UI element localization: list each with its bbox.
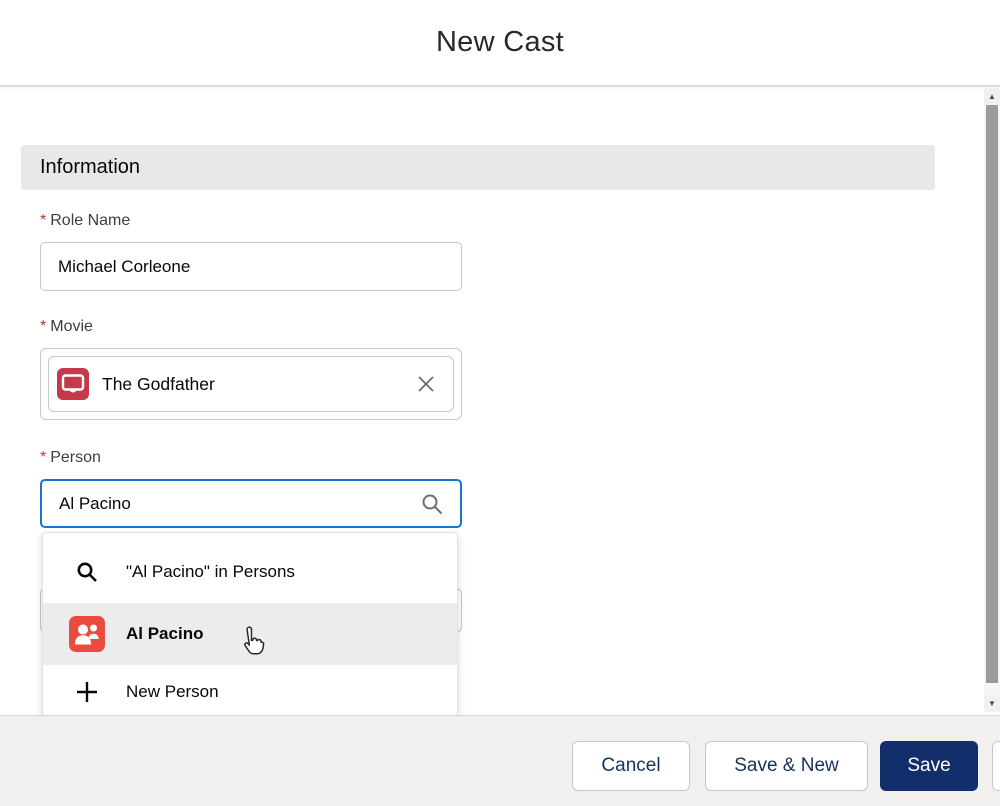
scrollbar-thumb[interactable]: [986, 105, 998, 683]
new-cast-modal: New Cast Information *Role Name *Movie T…: [0, 0, 1000, 806]
cancel-button[interactable]: Cancel: [572, 741, 690, 791]
search-icon: [75, 560, 99, 584]
required-asterisk: *: [40, 318, 47, 335]
movie-selected-pill[interactable]: The Godfather: [48, 356, 454, 412]
dropdown-item-label: "Al Pacino" in Persons: [126, 562, 295, 581]
scrollbar-down-arrow-icon[interactable]: ▼: [984, 695, 1000, 712]
movie-lookup-field: The Godfather: [40, 348, 462, 420]
person-record-icon: [69, 616, 105, 652]
section-header-information: Information: [21, 145, 935, 190]
role-name-label: * Role Name: [40, 212, 131, 229]
dropdown-item-label: New Person: [126, 681, 219, 701]
header-divider: [0, 85, 1000, 87]
dropdown-search-in-persons[interactable]: "Al Pacino" in Persons: [43, 541, 457, 603]
dropdown-item-label: Al Pacino: [126, 624, 204, 643]
required-asterisk: *: [40, 212, 47, 229]
cursor-pointer-icon: [237, 625, 265, 661]
person-search-input[interactable]: [40, 479, 462, 528]
person-lookup-dropdown: "Al Pacino" in Persons Al Pacino New Per…: [42, 532, 458, 717]
modal-header: New Cast: [0, 0, 1000, 85]
scrollbar-up-arrow-icon[interactable]: ▲: [984, 88, 1000, 105]
plus-icon: [75, 680, 99, 704]
save-and-new-button[interactable]: Save & New: [705, 741, 868, 791]
remove-selection-icon[interactable]: [411, 369, 441, 399]
search-icon: [420, 492, 444, 516]
required-asterisk: *: [40, 449, 47, 466]
section-title: Information: [40, 156, 141, 178]
vertical-scrollbar: ▲ ▼: [984, 88, 1000, 712]
role-name-input[interactable]: [40, 242, 462, 291]
movie-screen-icon: [57, 368, 89, 400]
movie-selected-value: The Godfather: [102, 373, 215, 394]
modal-title: New Cast: [435, 26, 565, 58]
modal-footer: Cancel Save & New Save: [0, 715, 1000, 806]
movie-label: * Movie: [40, 318, 93, 335]
save-button[interactable]: Save: [880, 741, 978, 791]
dropdown-new-person[interactable]: New Person: [43, 665, 457, 716]
person-label: * Person: [40, 449, 101, 466]
cropped-button-sliver: [992, 741, 1000, 791]
